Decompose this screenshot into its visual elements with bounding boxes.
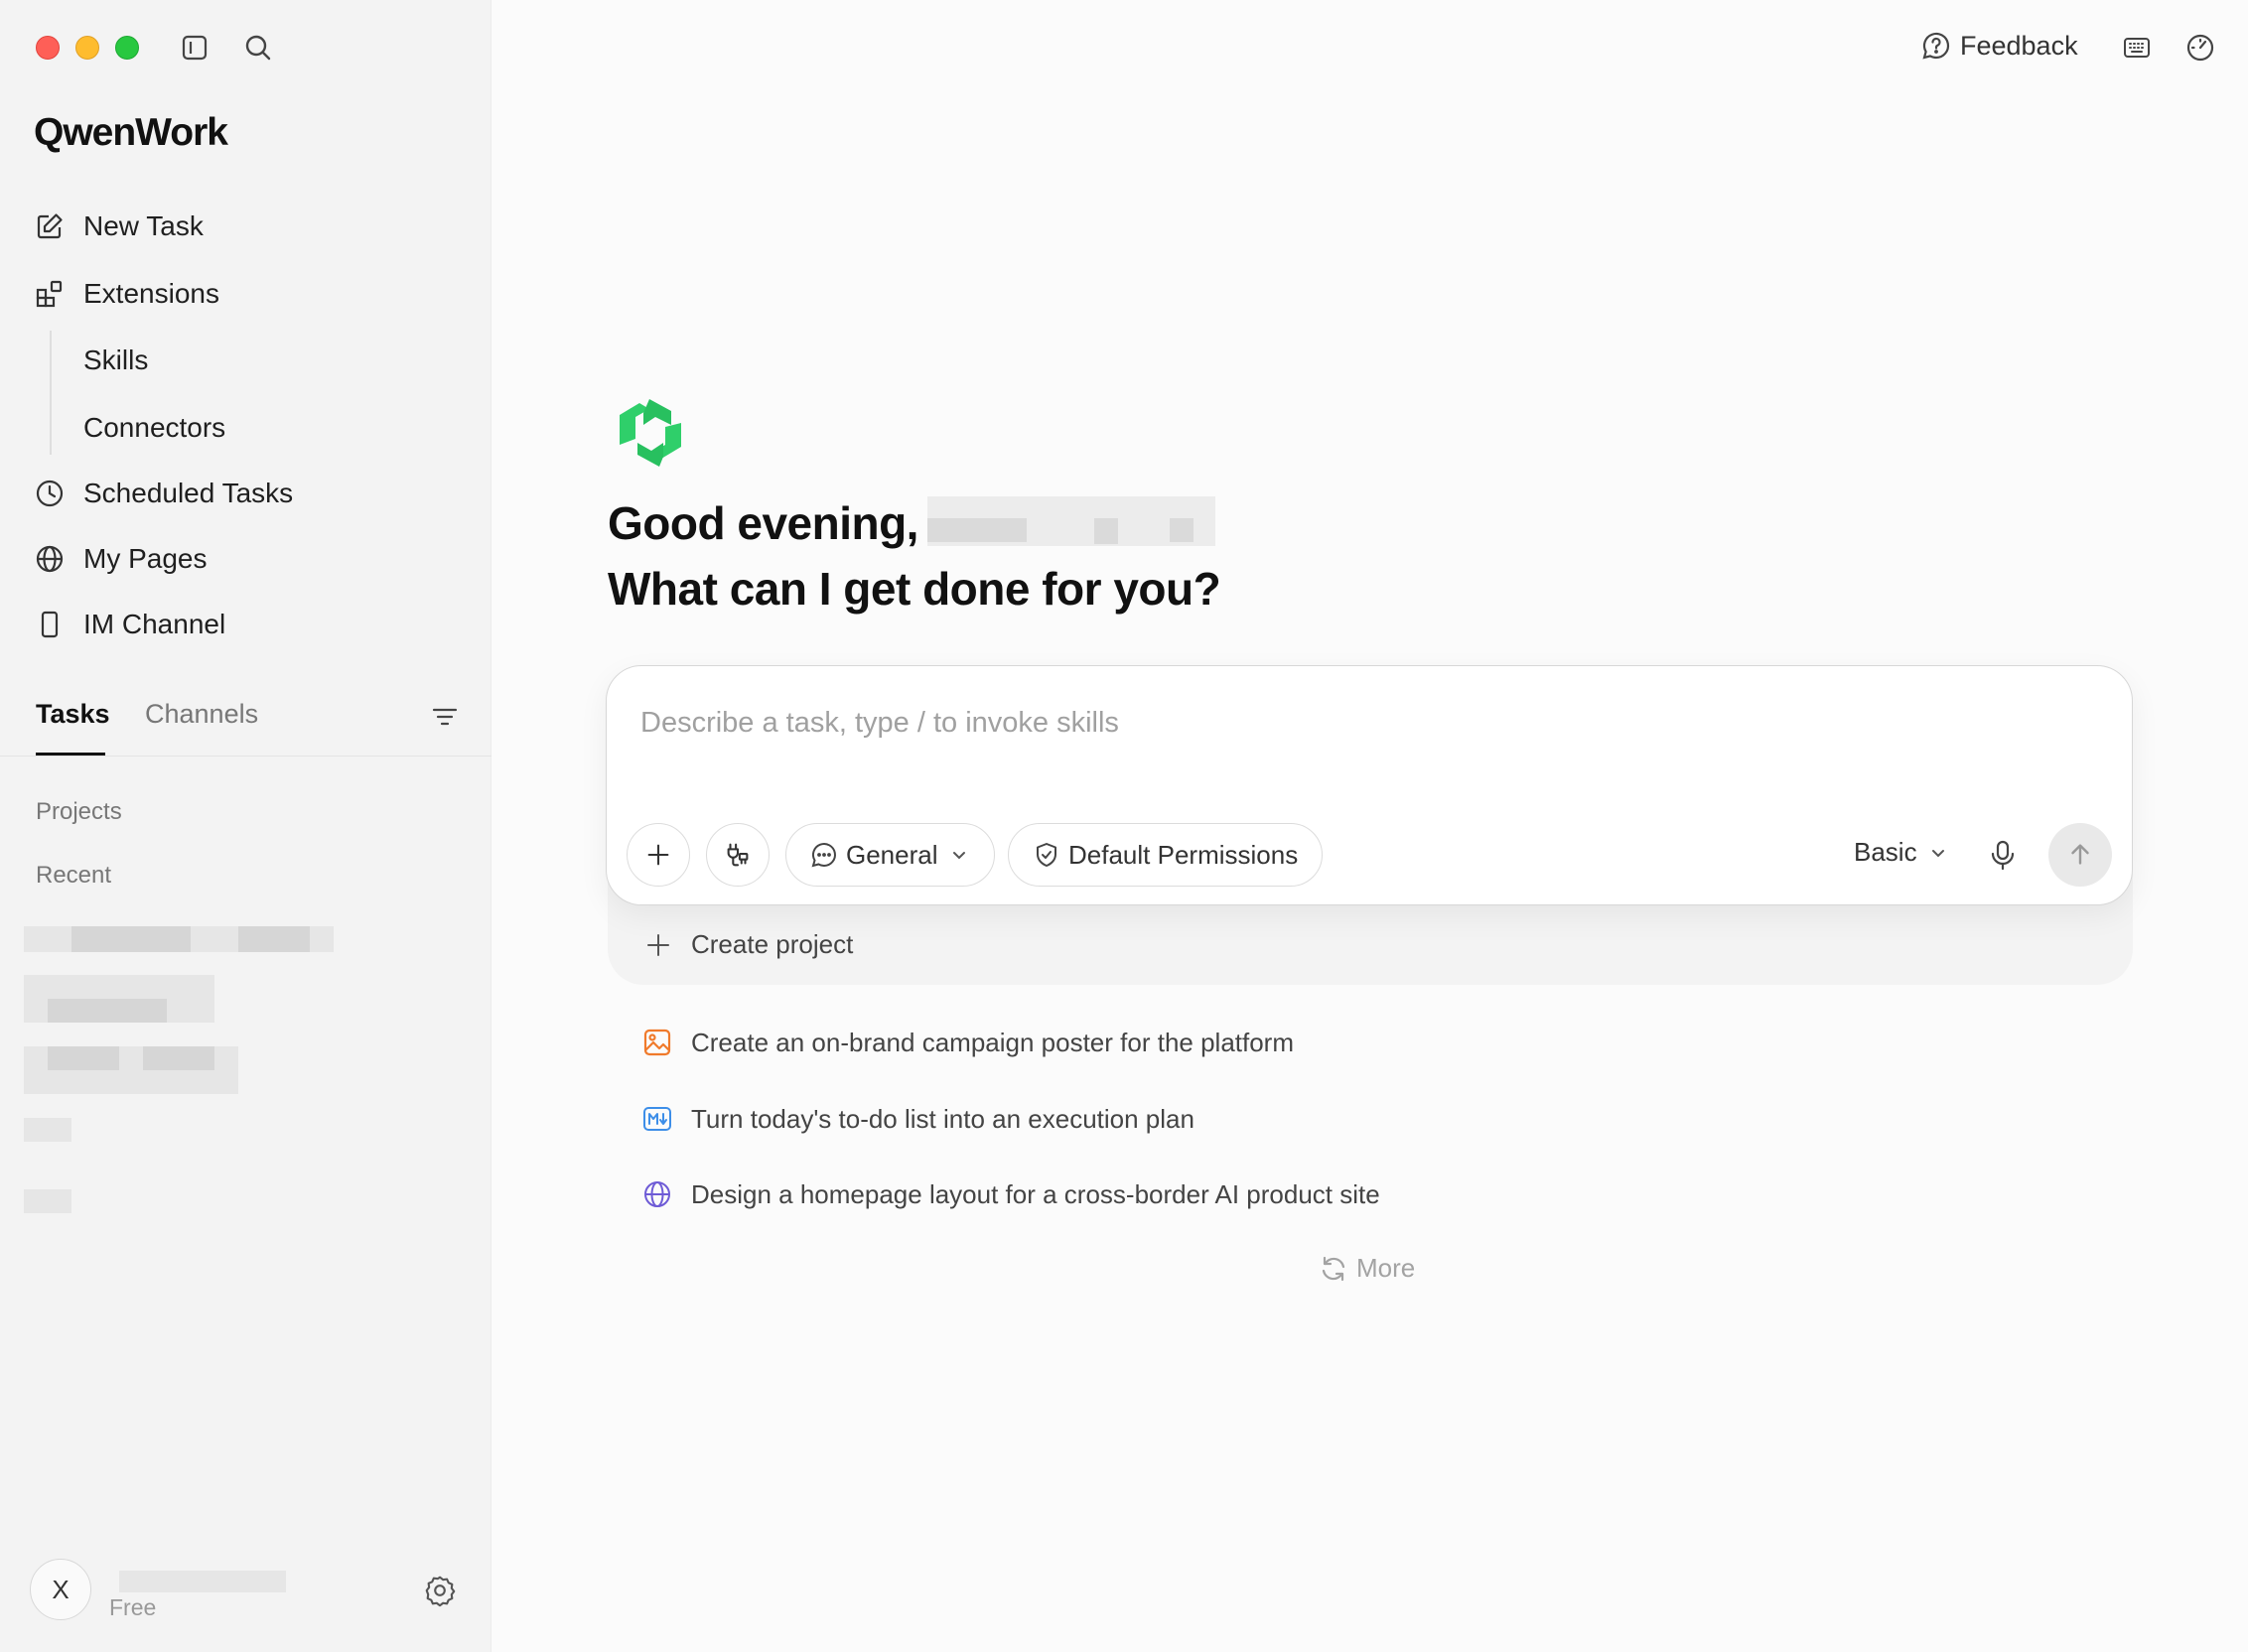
speed-gauge-icon[interactable] [2184, 32, 2216, 64]
nav-skills[interactable]: Skills [83, 335, 148, 386]
nav-skills-label: Skills [83, 344, 149, 375]
attach-button[interactable] [627, 823, 690, 887]
nav-scheduled-tasks[interactable]: Scheduled Tasks [34, 468, 293, 519]
section-recent: Recent [36, 862, 112, 889]
plus-icon [643, 840, 673, 870]
recent-item-redacted[interactable] [24, 1046, 238, 1094]
create-project-button[interactable]: Create project [643, 929, 853, 960]
markdown-icon [641, 1103, 673, 1135]
settings-gear-icon[interactable] [423, 1574, 457, 1607]
more-label: More [1356, 1253, 1416, 1283]
microphone-icon[interactable] [1985, 837, 2021, 873]
suggestion-item[interactable]: Design a homepage layout for a cross-bor… [641, 1178, 1380, 1210]
app-brand: QwenWork [34, 111, 228, 154]
nav-my-pages-label: My Pages [83, 543, 208, 574]
send-button[interactable] [2048, 823, 2112, 887]
tab-channels[interactable]: Channels [145, 699, 258, 730]
qwen-logo-icon [616, 395, 685, 473]
suggestion-text: Create an on-brand campaign poster for t… [691, 1027, 1295, 1057]
app-window: QwenWork New Task Extensions Skills Conn… [0, 0, 2248, 1652]
filter-icon[interactable] [429, 701, 461, 733]
feedback-label: Feedback [1960, 30, 2078, 61]
permissions-selector[interactable]: Default Permissions [1008, 823, 1324, 887]
shield-check-icon [1033, 841, 1060, 869]
search-icon[interactable] [242, 32, 274, 64]
nav-extensions-label: Extensions [83, 278, 219, 309]
suggestion-text: Design a homepage layout for a cross-bor… [691, 1178, 1380, 1209]
create-project-label: Create project [691, 929, 854, 959]
suggestion-item[interactable]: Turn today's to-do list into an executio… [641, 1103, 1194, 1135]
model-label: Basic [1854, 837, 1917, 867]
nav-extensions[interactable]: Extensions [34, 268, 219, 320]
chevron-down-icon [948, 844, 970, 866]
maximize-window-button[interactable] [115, 36, 139, 60]
chat-bubble-icon [810, 841, 838, 869]
keyboard-icon[interactable] [2121, 32, 2153, 64]
user-name-redacted [119, 1571, 286, 1592]
plus-icon [643, 930, 673, 960]
sidebar: QwenWork New Task Extensions Skills Conn… [0, 0, 492, 1652]
suggestion-item[interactable]: Create an on-brand campaign poster for t… [641, 1027, 1294, 1058]
nav-new-task-label: New Task [83, 210, 204, 241]
section-projects[interactable]: Projects [36, 798, 122, 826]
suggestion-text: Turn today's to-do list into an executio… [691, 1103, 1194, 1134]
extensions-subtree-line [50, 331, 52, 455]
more-suggestions-button[interactable]: More [1319, 1253, 1415, 1284]
model-selector[interactable]: Basic [1854, 837, 1949, 868]
mode-label: General [846, 839, 938, 870]
help-circle-icon [1920, 30, 1952, 62]
clock-icon [34, 478, 66, 509]
recent-item-redacted[interactable] [24, 926, 334, 952]
minimize-window-button[interactable] [75, 36, 99, 60]
recent-item-redacted[interactable] [24, 1118, 71, 1142]
toggle-sidebar-icon[interactable] [179, 32, 211, 64]
user-plan: Free [109, 1594, 157, 1620]
tab-tasks[interactable]: Tasks [36, 699, 110, 730]
globe-icon [641, 1178, 673, 1210]
chevron-down-icon [1927, 842, 1949, 864]
edit-icon [34, 210, 66, 242]
refresh-icon [1319, 1254, 1348, 1284]
arrow-up-icon [2065, 840, 2095, 870]
greeting-line-2: What can I get done for you? [608, 563, 1221, 615]
greeting-line-1: Good evening, [608, 497, 918, 549]
nav-im-channel-label: IM Channel [83, 609, 226, 639]
nav-connectors[interactable]: Connectors [83, 402, 225, 454]
extensions-icon [34, 278, 66, 310]
recent-item-redacted[interactable] [24, 1189, 71, 1213]
nav-new-task[interactable]: New Task [34, 201, 204, 252]
task-input[interactable] [638, 698, 2029, 748]
mode-selector[interactable]: General [785, 823, 995, 887]
feedback-button[interactable]: Feedback [1920, 30, 2078, 62]
user-avatar[interactable]: X [30, 1559, 91, 1620]
nav-im-channel[interactable]: IM Channel [34, 599, 225, 650]
recent-item-redacted[interactable] [24, 975, 214, 1023]
sidebar-tabs: Tasks Channels [36, 699, 463, 757]
close-window-button[interactable] [36, 36, 60, 60]
nav-scheduled-tasks-label: Scheduled Tasks [83, 478, 294, 508]
phone-icon [34, 609, 66, 640]
tabs-divider [0, 756, 492, 757]
nav-connectors-label: Connectors [83, 412, 226, 443]
nav-my-pages[interactable]: My Pages [34, 533, 208, 585]
globe-icon [34, 543, 66, 575]
task-composer: General Default Permissions Basic [606, 665, 2133, 905]
connectors-button[interactable] [706, 823, 770, 887]
plug-icon [723, 840, 753, 870]
image-icon [641, 1027, 673, 1058]
permissions-label: Default Permissions [1068, 839, 1299, 870]
user-name-redacted [927, 496, 1215, 546]
